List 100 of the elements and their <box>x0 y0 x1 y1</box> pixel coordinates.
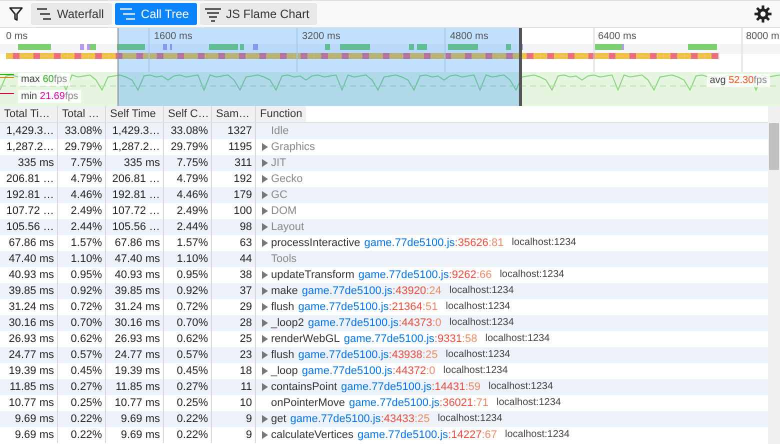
table-cell-text: 29.79% <box>64 140 102 155</box>
source-link[interactable]: game.77de5100.js:43433:25 <box>290 411 430 427</box>
expand-arrow-icon[interactable] <box>262 335 268 343</box>
table-cell-text: 1195 <box>228 140 252 155</box>
host-label: localhost:1234 <box>449 316 514 330</box>
table-cell-text: 206.81 … <box>112 172 160 187</box>
source-link[interactable]: game.77de5100.js:44373:0 <box>308 315 442 331</box>
expand-arrow-icon[interactable] <box>262 271 268 279</box>
call-tree-row[interactable]: 335 ms 7.75% 335 ms 7.75% 311 JIT <box>0 155 768 171</box>
host-label: localhost:1234 <box>500 268 564 282</box>
expand-arrow-icon[interactable] <box>262 207 268 215</box>
table-cell-text: 18 <box>240 364 252 379</box>
source-link[interactable]: game.77de5100.js:9331:58 <box>344 331 478 347</box>
host-label: localhost:1234 <box>443 364 508 378</box>
expand-arrow-icon[interactable] <box>262 239 268 247</box>
settings-icon[interactable] <box>754 5 772 23</box>
call-tree-row[interactable]: 105.56 … 2.44% 105.56 … 2.44% 98 Layout <box>0 219 768 235</box>
lines-icon <box>204 6 222 22</box>
filter-icon[interactable] <box>8 6 24 22</box>
source-link[interactable]: game.77de5100.js:14227:67 <box>358 427 498 443</box>
table-cell-text: 1327 <box>228 124 252 139</box>
table-cell-text: 0.72% <box>70 300 102 315</box>
column-header[interactable]: Self C… <box>164 106 212 122</box>
source-link[interactable]: game.77de5100.js:44372:0 <box>302 363 436 379</box>
table-cell-text: 38 <box>240 268 252 283</box>
table-cell-text: 0.62% <box>70 332 102 347</box>
function-name: Layout <box>271 220 304 235</box>
source-link[interactable]: game.77de5100.js:14431:59 <box>341 379 481 395</box>
expand-arrow-icon[interactable] <box>262 303 268 311</box>
column-header[interactable]: Function <box>256 106 306 122</box>
expand-arrow-icon[interactable] <box>262 175 268 183</box>
function-name: onPointerMove <box>271 396 345 411</box>
expand-arrow-icon[interactable] <box>262 287 268 295</box>
call-tree-row[interactable]: 1,429.3… 33.08% 1,429.3… 33.08% 1327 Idle <box>0 123 768 139</box>
expand-arrow-icon[interactable] <box>262 431 268 439</box>
table-cell-text: 100 <box>234 204 252 219</box>
source-link[interactable]: game.77de5100.js:21364:51 <box>298 299 438 315</box>
table-cell-text: 9 <box>246 428 252 443</box>
source-link[interactable]: game.77de5100.js:35626:81 <box>364 235 504 251</box>
table-cell-text: 0.95% <box>176 268 208 283</box>
source-link[interactable]: game.77de5100.js:9262:66 <box>358 267 492 283</box>
time-tick-label: 0 ms <box>6 30 28 44</box>
column-header[interactable]: Sam… <box>212 106 256 122</box>
table-cell-text: 40.93 ms <box>8 268 54 283</box>
view-tab[interactable]: Waterfall <box>31 3 112 25</box>
column-header[interactable]: Total … <box>58 106 106 122</box>
table-cell-text: 11 <box>240 380 252 395</box>
table-cell-text: 7.75% <box>70 156 102 171</box>
table-cell-text: 192.81 … <box>112 188 160 203</box>
expand-arrow-icon[interactable] <box>262 191 268 199</box>
table-cell-text: 0.25% <box>176 396 208 411</box>
source-link[interactable]: game.77de5100.js:36021:71 <box>349 395 488 411</box>
source-link[interactable]: game.77de5100.js:43938:25 <box>298 347 438 363</box>
source-link[interactable]: game.77de5100.js:43920:24 <box>302 283 442 299</box>
function-name: make <box>271 284 298 299</box>
table-cell-text: 107.72 … <box>112 204 160 219</box>
host-label: localhost:1234 <box>488 380 554 394</box>
table-cell-text: 0.22% <box>70 428 102 443</box>
function-name: calculateVertices <box>271 428 354 443</box>
table-cell-text: 2.44% <box>176 220 208 235</box>
table-cell-text: 2.49% <box>176 204 208 219</box>
view-tab[interactable]: JS Flame Chart <box>200 3 318 25</box>
host-label: localhost:1234 <box>496 396 561 410</box>
column-header[interactable]: Total Ti… <box>0 106 58 122</box>
time-tick-label: 1600 ms <box>154 30 192 44</box>
function-name: get <box>271 412 286 427</box>
scrollbar[interactable] <box>768 106 780 444</box>
table-cell-text: 31.24 ms <box>8 300 54 315</box>
host-label: localhost:1234 <box>438 412 502 426</box>
call-tree-row[interactable]: 192.81 … 4.46% 192.81 … 4.46% 179 GC <box>0 187 768 203</box>
call-tree-row[interactable]: 30.16 ms 0.70% 30.16 ms 0.70% 28 _loop2 game.77de5100.js:44373:0 localhost:1234 <box>0 315 768 331</box>
call-tree-row[interactable]: 47.40 ms 1.10% 47.40 ms 1.10% 44 Tools <box>0 251 768 267</box>
table-cell-text: 0.22% <box>176 412 208 427</box>
column-header[interactable]: Self Time <box>106 106 164 122</box>
table-cell-text: 0.22% <box>176 428 208 443</box>
expand-arrow-icon[interactable] <box>262 383 268 391</box>
table-cell-text: 1,429.3… <box>112 124 160 139</box>
table-cell-text: 1.57% <box>176 236 208 251</box>
fps-label: min 21.69fps <box>18 90 82 103</box>
expand-arrow-icon[interactable] <box>262 351 268 359</box>
table-cell-text: 47.40 ms <box>8 252 54 267</box>
timeline-overview-drawing[interactable] <box>0 28 780 106</box>
call-tree-row[interactable]: 9.69 ms 0.22% 9.69 ms 0.22% 9 get game.77de5100.js:43433:25 localhost:1234 <box>0 411 768 427</box>
time-tick-label: 4800 ms <box>450 30 488 44</box>
function-name: renderWebGL <box>271 332 340 347</box>
expand-arrow-icon[interactable] <box>262 223 268 231</box>
expand-arrow-icon[interactable] <box>262 415 268 423</box>
table-cell-text: 0.25% <box>70 396 102 411</box>
view-tab[interactable]: Call Tree <box>114 3 197 25</box>
expand-arrow-icon[interactable] <box>262 367 268 375</box>
table-cell-text: 67.86 ms <box>114 236 160 251</box>
expand-arrow-icon[interactable] <box>262 143 268 151</box>
expand-arrow-icon[interactable] <box>262 159 268 167</box>
expand-arrow-icon[interactable] <box>262 319 268 327</box>
table-cell-text: 9.69 ms <box>120 428 160 443</box>
table-cell-text: 192.81 … <box>6 188 54 203</box>
table-cell-text: 33.08% <box>64 124 102 139</box>
call-tree-row[interactable]: 39.85 ms 0.92% 39.85 ms 0.92% 37 make game.77de5100.js:43920:24 localhost:1234 <box>0 283 768 299</box>
call-tree-row[interactable]: 11.85 ms 0.27% 11.85 ms 0.27% 11 containsPoint game.77de5100.js:14431:59 localhost:1234 <box>0 379 768 395</box>
call-tree-row[interactable]: 24.77 ms 0.57% 24.77 ms 0.57% 23 flush game.77de5100.js:43938:25 localhost:1234 <box>0 347 768 363</box>
